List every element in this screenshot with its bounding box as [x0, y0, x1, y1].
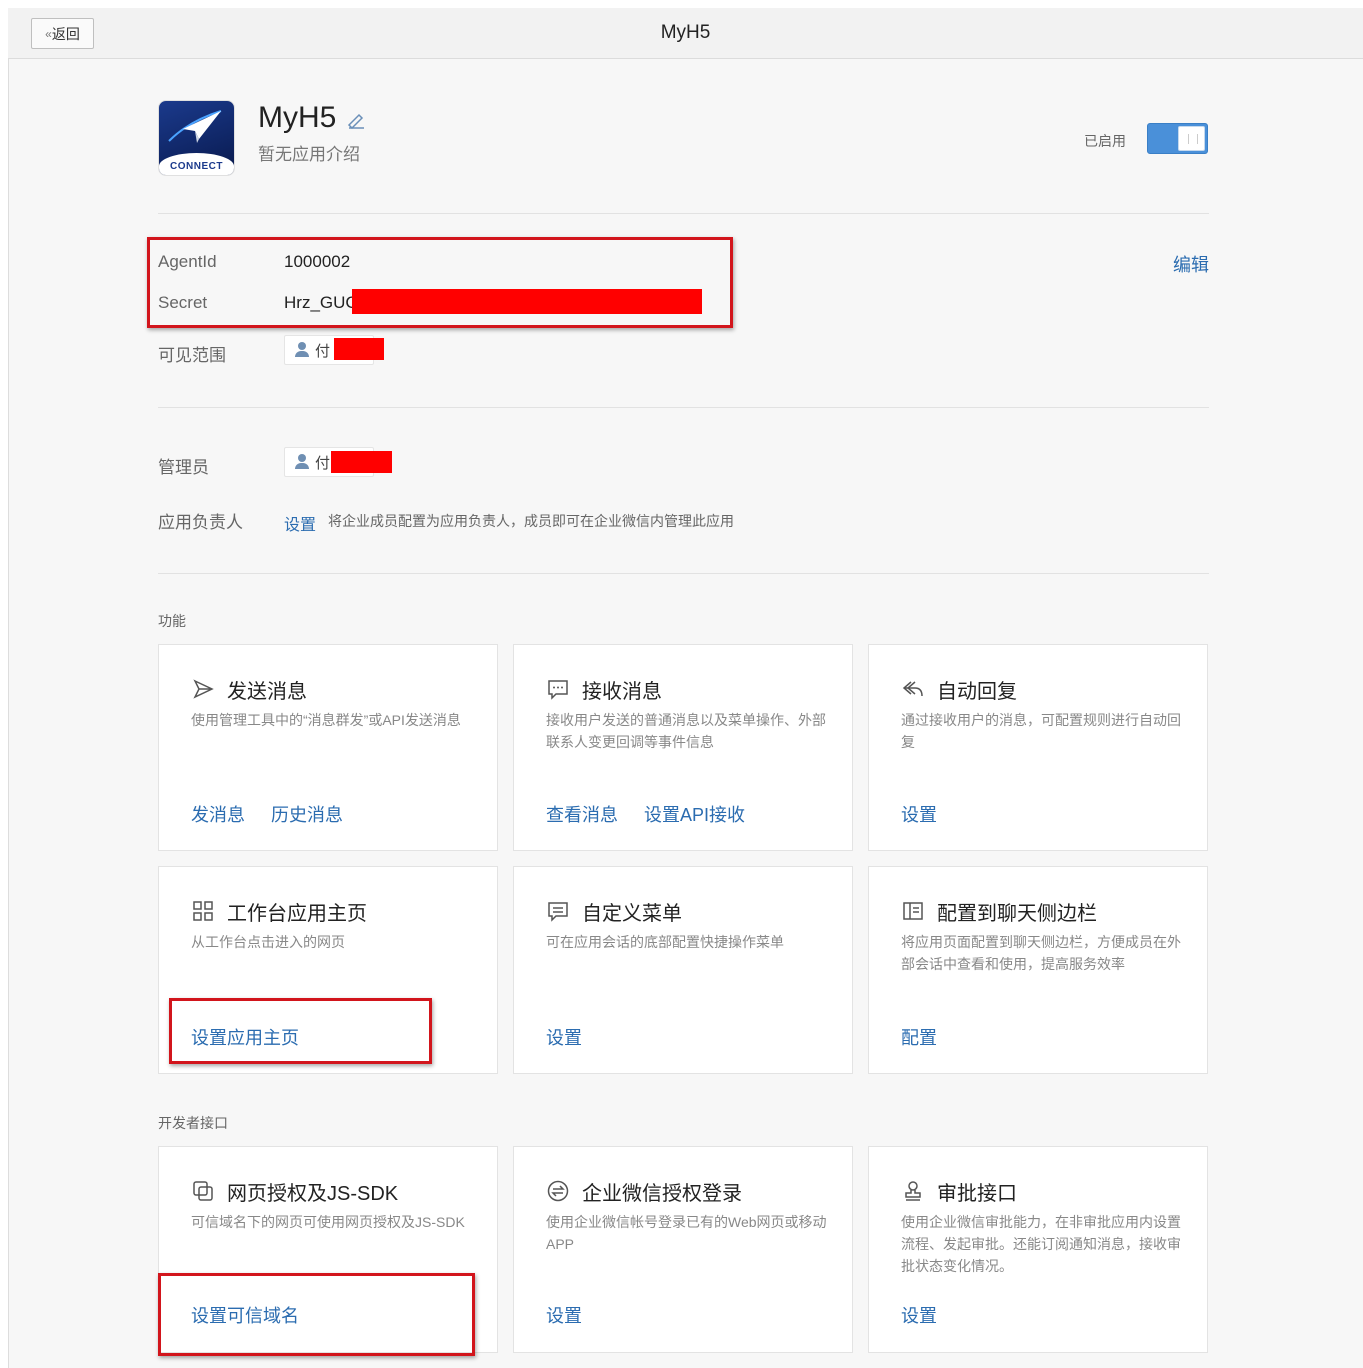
- annotation-box-trusted-domain: [158, 1273, 475, 1356]
- page-title: MyH5: [660, 22, 711, 43]
- admin-label: 管理员: [158, 458, 209, 477]
- feature-card-send-message: 发送消息 使用管理工具中的“消息群发”或API发送消息 发消息 历史消息: [158, 644, 498, 851]
- toggle-knob: [1178, 126, 1205, 151]
- card-description: 可在应用会话的底部配置快捷操作菜单: [546, 934, 784, 950]
- dev-card-wework-login: 企业微信授权登录 使用企业微信帐号登录已有的Web网页或移动APP 设置: [513, 1146, 853, 1353]
- person-icon: [295, 342, 309, 358]
- app-description: 暂无应用介绍: [258, 145, 360, 164]
- card-links: 查看消息 设置API接收: [546, 801, 766, 827]
- person-icon: [295, 454, 309, 470]
- stamp-icon: [905, 1181, 921, 1201]
- card-title: 企业微信授权登录: [582, 1183, 742, 1205]
- card-links: 设置: [546, 1302, 603, 1328]
- app-icon-text: CONNECT: [170, 161, 223, 172]
- reply-icon: [902, 681, 923, 697]
- webauth-icon: [193, 1181, 213, 1201]
- admin-redaction: [331, 451, 392, 473]
- card-title: 审批接口: [937, 1183, 1017, 1205]
- card-title: 自动回复: [937, 681, 1017, 703]
- card-title: 自定义菜单: [582, 903, 682, 925]
- pencil-icon[interactable]: [346, 109, 366, 129]
- card-title: 接收消息: [582, 681, 662, 703]
- approval-api-set-link[interactable]: 设置: [901, 1306, 937, 1326]
- visibility-person-name: 付: [315, 342, 331, 360]
- visibility-redaction: [334, 338, 384, 360]
- send-message-link[interactable]: 发消息: [191, 805, 245, 825]
- card-description: 使用企业微信审批能力，在非审批应用内设置流程、发起审批。还能订阅通知消息，接收审…: [901, 1214, 1181, 1274]
- view-messages-link[interactable]: 查看消息: [546, 805, 618, 825]
- status-label: 已启用: [1084, 133, 1126, 149]
- auto-reply-set-link[interactable]: 设置: [901, 805, 937, 825]
- divider: [158, 573, 1209, 574]
- wework-login-set-link[interactable]: 设置: [546, 1306, 582, 1326]
- custom-menu-set-link[interactable]: 设置: [546, 1028, 582, 1048]
- feature-card-receive-message: 接收消息 接收用户发送的普通消息以及菜单操作、外部联系人变更回调等事件信息 查看…: [513, 644, 853, 851]
- feature-card-custom-menu: 自定义菜单 可在应用会话的底部配置快捷操作菜单 设置: [513, 866, 853, 1074]
- annotation-box-homepage: [169, 998, 432, 1064]
- login-icon: [547, 1180, 569, 1202]
- visibility-label: 可见范围: [158, 346, 226, 365]
- card-title: 发送消息: [227, 681, 307, 703]
- owner-set-link[interactable]: 设置: [284, 511, 316, 535]
- menu-icon: [548, 902, 568, 922]
- card-description: 接收用户发送的普通消息以及菜单操作、外部联系人变更回调等事件信息: [546, 712, 826, 750]
- card-title: 工作台应用主页: [227, 903, 367, 925]
- card-links: 发消息 历史消息: [191, 801, 364, 827]
- card-description: 使用管理工具中的“消息群发”或API发送消息: [191, 712, 461, 728]
- chat-sidebar-configure-link[interactable]: 配置: [901, 1028, 937, 1048]
- card-links: 设置: [901, 1302, 958, 1328]
- owner-label: 应用负责人: [158, 513, 243, 532]
- developer-section-label: 开发者接口: [158, 1115, 228, 1131]
- divider: [158, 213, 1209, 214]
- annotation-box-credentials: [147, 237, 733, 328]
- card-description: 通过接收用户的消息，可配置规则进行自动回复: [901, 712, 1181, 750]
- card-description: 从工作台点击进入的网页: [191, 934, 345, 950]
- card-title: 配置到聊天侧边栏: [937, 903, 1097, 925]
- history-message-link[interactable]: 历史消息: [271, 805, 343, 825]
- dev-card-approval-api: 审批接口 使用企业微信审批能力，在非审批应用内设置流程、发起审批。还能订阅通知消…: [868, 1146, 1208, 1353]
- app-name: MyH5: [258, 101, 337, 134]
- sidebar-icon: [903, 902, 923, 920]
- paper-plane-icon: [168, 110, 222, 143]
- send-icon: [193, 679, 214, 699]
- set-api-receive-link[interactable]: 设置API接收: [644, 805, 745, 825]
- features-section-label: 功能: [158, 613, 186, 629]
- edit-link[interactable]: 编辑: [1173, 251, 1209, 277]
- feature-card-auto-reply: 自动回复 通过接收用户的消息，可配置规则进行自动回复 设置: [868, 644, 1208, 851]
- card-description: 将应用页面配置到聊天侧边栏，方便成员在外部会话中查看和使用，提高服务效率: [901, 934, 1181, 972]
- card-links: 设置: [546, 1024, 603, 1050]
- card-description: 可信域名下的网页可使用网页授权及JS-SDK: [191, 1214, 465, 1230]
- enable-toggle[interactable]: [1147, 123, 1208, 154]
- card-title: 网页授权及JS-SDK: [227, 1183, 399, 1205]
- admin-person-name: 付: [315, 454, 331, 472]
- card-links: 设置: [901, 801, 958, 827]
- divider: [158, 407, 1209, 408]
- grid-icon: [193, 901, 213, 921]
- chat-bubble-icon: [548, 680, 568, 700]
- card-description: 使用企业微信帐号登录已有的Web网页或移动APP: [546, 1214, 827, 1252]
- app-icon: CONNECT: [158, 100, 235, 176]
- owner-hint: 将企业成员配置为应用负责人，成员即可在企业微信内管理此应用: [328, 513, 734, 529]
- top-bar: « 返回 MyH5: [8, 8, 1363, 59]
- feature-card-chat-sidebar: 配置到聊天侧边栏 将应用页面配置到聊天侧边栏，方便成员在外部会话中查看和使用，提…: [868, 866, 1208, 1074]
- card-links: 配置: [901, 1024, 958, 1050]
